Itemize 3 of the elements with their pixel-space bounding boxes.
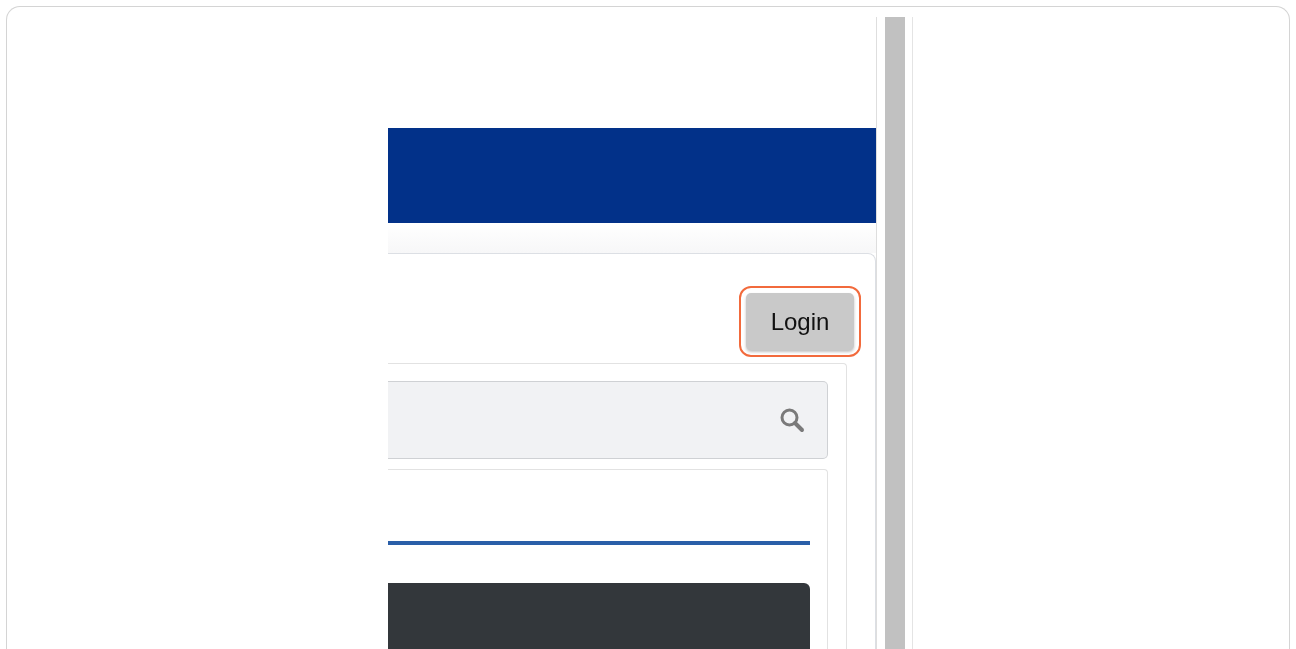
search-icon: [779, 407, 805, 433]
scrollbar[interactable]: [885, 17, 905, 649]
search-field[interactable]: [388, 381, 828, 459]
